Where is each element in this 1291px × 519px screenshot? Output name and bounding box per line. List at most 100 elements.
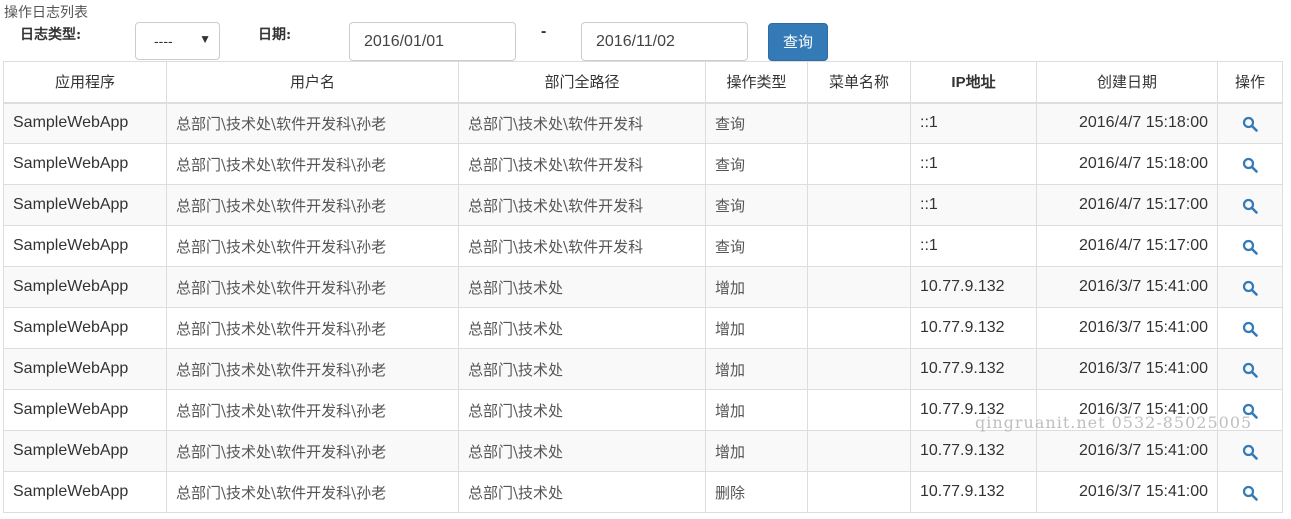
table-row: SampleWebApp 总部门\技术处\软件开发科\孙老 总部门\技术处 增加 10.… [3, 430, 1283, 472]
cell-ip: 10.77.9.132 [910, 307, 1037, 349]
table-row: SampleWebApp 总部门\技术处\软件开发科\孙老 总部门\技术处 增加 10.… [3, 266, 1283, 308]
cell-ip: ::1 [910, 143, 1037, 185]
cell-app: SampleWebApp [3, 348, 167, 390]
cell-user: 总部门\技术处\软件开发科\孙老 [166, 184, 459, 226]
cell-menu [807, 348, 911, 390]
cell-ip: ::1 [910, 184, 1037, 226]
cell-action [1217, 307, 1283, 349]
cell-menu [807, 184, 911, 226]
search-icon[interactable] [1242, 280, 1258, 296]
cell-op-type: 删除 [705, 471, 808, 513]
date-label: 日期: [258, 27, 292, 43]
cell-created: 2016/3/7 15:41:00 [1036, 389, 1218, 431]
cell-app: SampleWebApp [3, 225, 167, 267]
cell-ip: 10.77.9.132 [910, 430, 1037, 472]
table-row: SampleWebApp 总部门\技术处\软件开发科\孙老 总部门\技术处\软件开发… [3, 184, 1283, 226]
cell-action [1217, 389, 1283, 431]
search-icon[interactable] [1242, 403, 1258, 419]
cell-op-type: 增加 [705, 430, 808, 472]
cell-dept: 总部门\技术处 [458, 389, 706, 431]
cell-dept: 总部门\技术处\软件开发科 [458, 184, 706, 226]
col-header-dept: 部门全路径 [458, 61, 706, 104]
cell-menu [807, 471, 911, 513]
cell-menu [807, 389, 911, 431]
cell-app: SampleWebApp [3, 266, 167, 308]
table-row: SampleWebApp 总部门\技术处\软件开发科\孙老 总部门\技术处 增加 10.… [3, 307, 1283, 349]
cell-ip: 10.77.9.132 [910, 348, 1037, 390]
cell-op-type: 查询 [705, 143, 808, 185]
cell-user: 总部门\技术处\软件开发科\孙老 [166, 225, 459, 267]
cell-created: 2016/4/7 15:18:00 [1036, 143, 1218, 185]
cell-op-type: 查询 [705, 225, 808, 267]
cell-dept: 总部门\技术处 [458, 471, 706, 513]
cell-op-type: 增加 [705, 389, 808, 431]
cell-user: 总部门\技术处\软件开发科\孙老 [166, 102, 459, 144]
log-type-selected-value: ---- [154, 33, 173, 49]
table-row: SampleWebApp 总部门\技术处\软件开发科\孙老 总部门\技术处 删除 10.… [3, 471, 1283, 513]
table-row: SampleWebApp 总部门\技术处\软件开发科\孙老 总部门\技术处 增加 10.… [3, 389, 1283, 431]
col-header-app: 应用程序 [3, 61, 167, 104]
cell-user: 总部门\技术处\软件开发科\孙老 [166, 266, 459, 308]
cell-menu [807, 102, 911, 144]
cell-created: 2016/4/7 15:17:00 [1036, 184, 1218, 226]
search-icon[interactable] [1242, 444, 1258, 460]
cell-ip: 10.77.9.132 [910, 266, 1037, 308]
cell-action [1217, 266, 1283, 308]
cell-dept: 总部门\技术处 [458, 266, 706, 308]
search-icon[interactable] [1242, 239, 1258, 255]
cell-action [1217, 471, 1283, 513]
col-header-created: 创建日期 [1036, 61, 1218, 104]
cell-ip: ::1 [910, 225, 1037, 267]
cell-dept: 总部门\技术处 [458, 430, 706, 472]
search-icon[interactable] [1242, 157, 1258, 173]
cell-created: 2016/4/7 15:17:00 [1036, 225, 1218, 267]
cell-dept: 总部门\技术处 [458, 348, 706, 390]
cell-app: SampleWebApp [3, 102, 167, 144]
cell-ip: 10.77.9.132 [910, 389, 1037, 431]
cell-menu [807, 430, 911, 472]
table-row: SampleWebApp 总部门\技术处\软件开发科\孙老 总部门\技术处\软件开发… [3, 102, 1283, 144]
cell-app: SampleWebApp [3, 389, 167, 431]
cell-user: 总部门\技术处\软件开发科\孙老 [166, 348, 459, 390]
col-header-ip: IP地址 [910, 61, 1037, 104]
cell-ip: ::1 [910, 102, 1037, 144]
cell-app: SampleWebApp [3, 184, 167, 226]
cell-created: 2016/3/7 15:41:00 [1036, 430, 1218, 472]
col-header-user: 用户名 [166, 61, 459, 104]
cell-action [1217, 184, 1283, 226]
cell-created: 2016/4/7 15:18:00 [1036, 102, 1218, 144]
chevron-down-icon: ▼ [199, 32, 211, 46]
table-header-row: 应用程序 用户名 部门全路径 操作类型 菜单名称 IP地址 创建日期 操作 [3, 61, 1283, 104]
cell-ip: 10.77.9.132 [910, 471, 1037, 513]
log-type-label: 日志类型: [20, 27, 82, 43]
query-button[interactable]: 查询 [768, 23, 828, 61]
cell-action [1217, 348, 1283, 390]
date-to-input[interactable]: 2016/11/02 [581, 22, 748, 61]
col-header-menu: 菜单名称 [807, 61, 911, 104]
cell-action [1217, 102, 1283, 144]
cell-menu [807, 225, 911, 267]
cell-user: 总部门\技术处\软件开发科\孙老 [166, 307, 459, 349]
col-header-action: 操作 [1217, 61, 1283, 104]
cell-op-type: 增加 [705, 307, 808, 349]
search-icon[interactable] [1242, 198, 1258, 214]
search-icon[interactable] [1242, 362, 1258, 378]
search-icon[interactable] [1242, 116, 1258, 132]
table-row: SampleWebApp 总部门\技术处\软件开发科\孙老 总部门\技术处 增加 10.… [3, 348, 1283, 390]
cell-user: 总部门\技术处\软件开发科\孙老 [166, 389, 459, 431]
cell-action [1217, 143, 1283, 185]
date-from-input[interactable]: 2016/01/01 [349, 22, 516, 61]
search-icon[interactable] [1242, 485, 1258, 501]
cell-created: 2016/3/7 15:41:00 [1036, 471, 1218, 513]
cell-menu [807, 266, 911, 308]
cell-app: SampleWebApp [3, 307, 167, 349]
cell-app: SampleWebApp [3, 143, 167, 185]
cell-dept: 总部门\技术处\软件开发科 [458, 102, 706, 144]
cell-created: 2016/3/7 15:41:00 [1036, 266, 1218, 308]
log-type-select[interactable]: ---- ▼ [135, 22, 220, 60]
cell-user: 总部门\技术处\软件开发科\孙老 [166, 471, 459, 513]
cell-dept: 总部门\技术处\软件开发科 [458, 225, 706, 267]
page-title: 操作日志列表 [4, 5, 88, 21]
table-row: SampleWebApp 总部门\技术处\软件开发科\孙老 总部门\技术处\软件开发… [3, 225, 1283, 267]
search-icon[interactable] [1242, 321, 1258, 337]
